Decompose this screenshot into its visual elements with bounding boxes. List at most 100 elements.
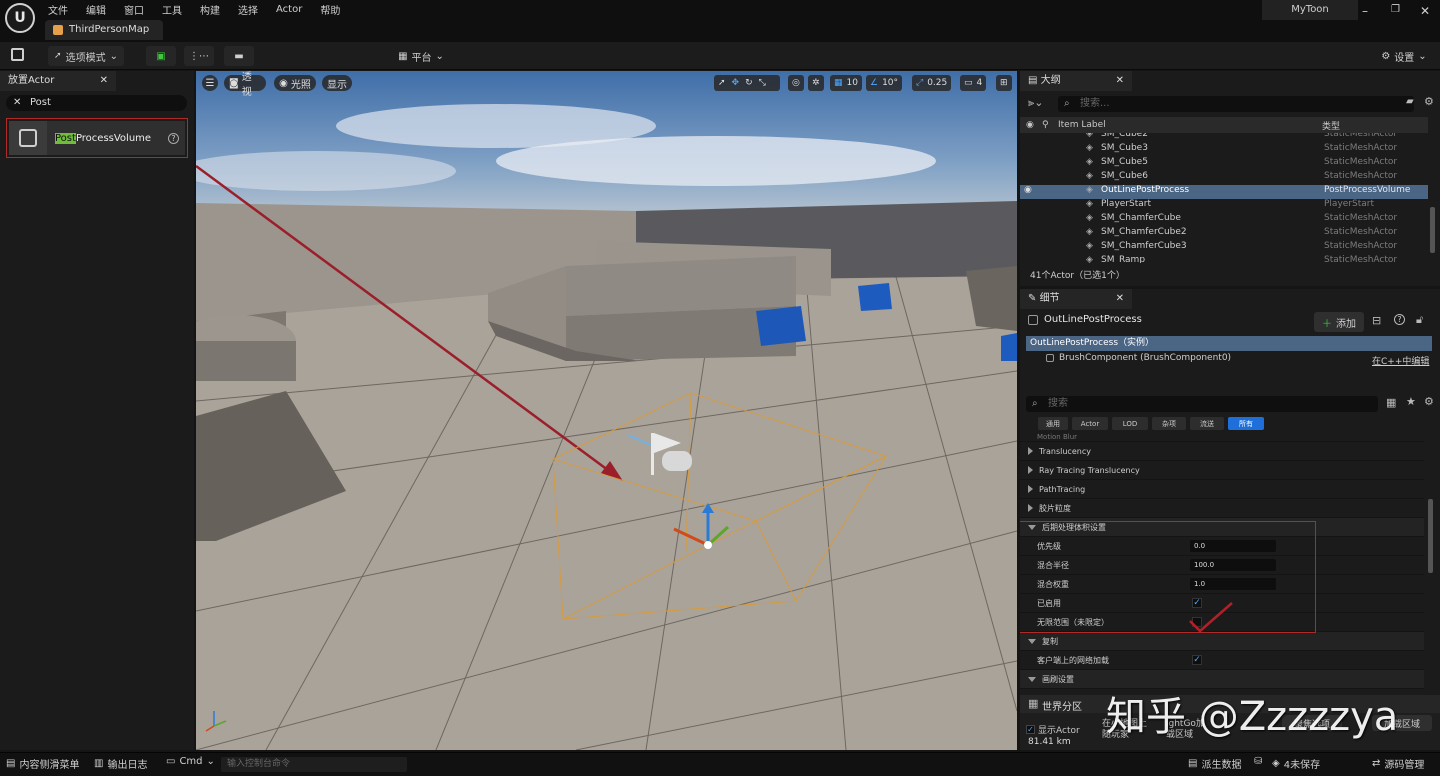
item-label-column[interactable]: Item Label <box>1058 120 1106 130</box>
maximize-icon[interactable]: ❐ <box>1391 4 1400 15</box>
clear-search-icon[interactable]: ✕ <box>13 95 21 111</box>
add-component-button[interactable]: ＋ 添加 <box>1314 312 1364 332</box>
layout-icon[interactable]: ⊞ <box>996 75 1012 91</box>
menu-select[interactable]: 选择 <box>238 2 258 17</box>
minimize-icon[interactable]: – <box>1362 4 1368 18</box>
surface-snap-icon[interactable]: ✲ <box>808 75 824 91</box>
details-settings-icon[interactable]: ⚙ <box>1424 395 1434 408</box>
outliner-tab[interactable]: ▤ 大纲 ✕ <box>1020 71 1132 91</box>
menu-build[interactable]: 构建 <box>200 2 220 17</box>
filter-actor[interactable]: Actor <box>1072 417 1108 430</box>
content-drawer-button[interactable]: ▤ 内容侧滑菜单 <box>6 756 79 771</box>
outliner-row[interactable]: ◈ SM_Cube5 StaticMeshActor <box>1020 157 1428 171</box>
scale-snap-control[interactable]: ⤢ 0.25 <box>912 75 952 91</box>
outliner-row[interactable]: ◈ SM_Ramp StaticMeshActor <box>1020 255 1428 263</box>
revision-control-icon[interactable]: ⛁ <box>1254 756 1262 767</box>
grid-snap-control[interactable]: ▦ 10 <box>830 75 862 91</box>
filter-all[interactable]: 所有 <box>1228 417 1264 430</box>
mode-select-button[interactable]: ➚ 选项模式 ⌄ <box>48 46 124 66</box>
show-button[interactable]: 显示 <box>322 75 352 91</box>
level-tab[interactable]: ThirdPersonMap <box>45 20 163 40</box>
expand-chevron-icon <box>1028 504 1033 512</box>
details-scrollbar[interactable] <box>1428 499 1433 573</box>
cmd-selector[interactable]: ▭ Cmd ⌄ <box>166 756 215 767</box>
outliner-scrollbar[interactable] <box>1430 207 1435 253</box>
place-actor-search-input[interactable]: ✕ Post <box>6 95 187 111</box>
menu-window[interactable]: 窗口 <box>124 2 144 17</box>
menu-help[interactable]: 帮助 <box>320 2 340 17</box>
show-actor-checkbox[interactable]: ✓ <box>1026 725 1035 734</box>
source-control-button[interactable]: ⇄ 源码管理 <box>1372 756 1424 771</box>
add-actor-button[interactable]: ▣ <box>146 46 176 66</box>
filter-common[interactable]: 通用 <box>1038 417 1068 430</box>
filter-lod[interactable]: LOD <box>1112 417 1148 430</box>
outliner-row[interactable]: ◈ SM_ChamferCube2 StaticMeshActor <box>1020 227 1428 241</box>
table-view-icon[interactable]: ▦ <box>1386 396 1396 409</box>
filter-icon[interactable]: ⫸⌄ <box>1028 96 1043 110</box>
rotation-snap-control[interactable]: ∠ 10° <box>866 75 903 91</box>
help-icon[interactable]: ? <box>168 132 179 144</box>
section-motion-blur[interactable]: Motion Blur <box>1020 432 1424 442</box>
blueprint-button[interactable]: ⋮⋯ <box>184 46 214 66</box>
level-viewport[interactable]: ☰ ◙ 透视 ◉ 光照 显示 ➚ ✥ ↻ ⤡ ◎ ✲ ▦ 10 ∠ 10° ⤢ … <box>196 71 1017 750</box>
lock-icon[interactable]: 🔓︎ <box>1416 313 1423 327</box>
close-tab-icon[interactable]: ✕ <box>1116 71 1124 91</box>
section-translucency[interactable]: Translucency <box>1020 442 1424 461</box>
settings-button[interactable]: ⚙ 设置 ⌄ <box>1378 46 1430 66</box>
console-input[interactable]: 输入控制台命令 <box>221 757 407 772</box>
camera-speed-control[interactable]: ▭ 4 <box>960 75 987 91</box>
outliner-row[interactable]: ◈ SM_Cube6 StaticMeshActor <box>1020 171 1428 185</box>
instance-row[interactable]: OutLinePostProcess（实例） <box>1026 336 1432 351</box>
details-tab[interactable]: ✎ 细节 ✕ <box>1020 289 1132 309</box>
viewport-menu-icon[interactable]: ☰ <box>202 75 218 91</box>
unreal-logo-icon[interactable]: U <box>5 3 35 33</box>
output-log-button[interactable]: ▥ 输出日志 <box>94 756 147 771</box>
net-load-checkbox[interactable]: ✓ <box>1192 655 1202 665</box>
menu-actor[interactable]: Actor <box>276 4 302 15</box>
outliner-row[interactable]: ◈ SM_Cube2 StaticMeshActor <box>1020 133 1428 143</box>
outliner-row[interactable]: ◈ SM_ChamferCube StaticMeshActor <box>1020 213 1428 227</box>
place-actor-tab[interactable]: 放置Actor ✕ <box>0 71 116 91</box>
select-tool-icon[interactable]: ➚ <box>718 78 726 88</box>
visibility-eye-icon[interactable]: ◉ <box>1024 185 1032 195</box>
cinematics-button[interactable]: ▬ <box>224 46 254 66</box>
type-column[interactable]: 类型 <box>1322 119 1340 132</box>
filter-streaming[interactable]: 流送 <box>1190 417 1224 430</box>
menu-edit[interactable]: 编辑 <box>86 2 106 17</box>
perspective-button[interactable]: ◙ 透视 <box>224 72 266 98</box>
component-row[interactable]: BrushComponent (BrushComponent0) <box>1046 353 1231 363</box>
lit-mode-button[interactable]: ◉ 光照 <box>274 75 316 91</box>
details-search-input[interactable]: ⌕ 搜索 <box>1026 396 1378 412</box>
filter-misc[interactable]: 杂项 <box>1152 417 1186 430</box>
favorite-star-icon[interactable]: ★ <box>1406 395 1416 408</box>
close-tab-icon[interactable]: ✕ <box>100 71 108 91</box>
unsaved-button[interactable]: ◈ 4未保存 <box>1272 756 1320 771</box>
show-actor-toggle[interactable]: ✓ 显示Actor <box>1026 723 1080 736</box>
world-local-icon[interactable]: ◎ <box>788 75 804 91</box>
outliner-row[interactable]: ◈ SM_ChamferCube3 StaticMeshActor <box>1020 241 1428 255</box>
edit-in-cpp-link[interactable]: 在C++中编辑 <box>1372 354 1429 367</box>
outliner-row[interactable]: ◈ SM_Cube3 StaticMeshActor <box>1020 143 1428 157</box>
close-tab-icon[interactable]: ✕ <box>1116 289 1124 309</box>
move-tool-icon[interactable]: ✥ <box>732 78 740 88</box>
platform-button[interactable]: ▦ 平台 ⌄ <box>396 46 446 66</box>
section-film-grain[interactable]: 胶片粒度 <box>1020 499 1424 518</box>
blueprint-convert-icon[interactable]: ⊟ <box>1372 314 1381 327</box>
menu-tools[interactable]: 工具 <box>162 2 182 17</box>
rotate-tool-icon[interactable]: ↻ <box>745 78 753 88</box>
actor-result-item[interactable]: Post ProcessVolume ? <box>9 121 185 155</box>
scale-tool-icon[interactable]: ⤡ <box>759 78 766 88</box>
outliner-row[interactable]: ◈ PlayerStart PlayerStart <box>1020 199 1428 213</box>
derived-data-button[interactable]: ▤ 派生数据 <box>1188 756 1241 771</box>
outliner-search-input[interactable]: ⌕ 搜索... <box>1058 96 1414 112</box>
outliner-row[interactable]: ◉ ◈ OutLinePostProcess PostProcessVolume <box>1020 185 1428 199</box>
folder-add-icon[interactable]: ▰ <box>1406 96 1414 107</box>
outliner-settings-icon[interactable]: ⚙ <box>1424 95 1434 108</box>
section-rt-translucency[interactable]: Ray Tracing Translucency <box>1020 461 1424 480</box>
outliner-tab-label: 大纲 <box>1040 75 1061 86</box>
menu-file[interactable]: 文件 <box>48 2 68 17</box>
save-icon[interactable] <box>11 48 24 61</box>
help-icon[interactable]: ? <box>1394 314 1405 325</box>
close-window-icon[interactable]: ✕ <box>1420 4 1430 18</box>
section-pathtracing[interactable]: PathTracing <box>1020 480 1424 499</box>
